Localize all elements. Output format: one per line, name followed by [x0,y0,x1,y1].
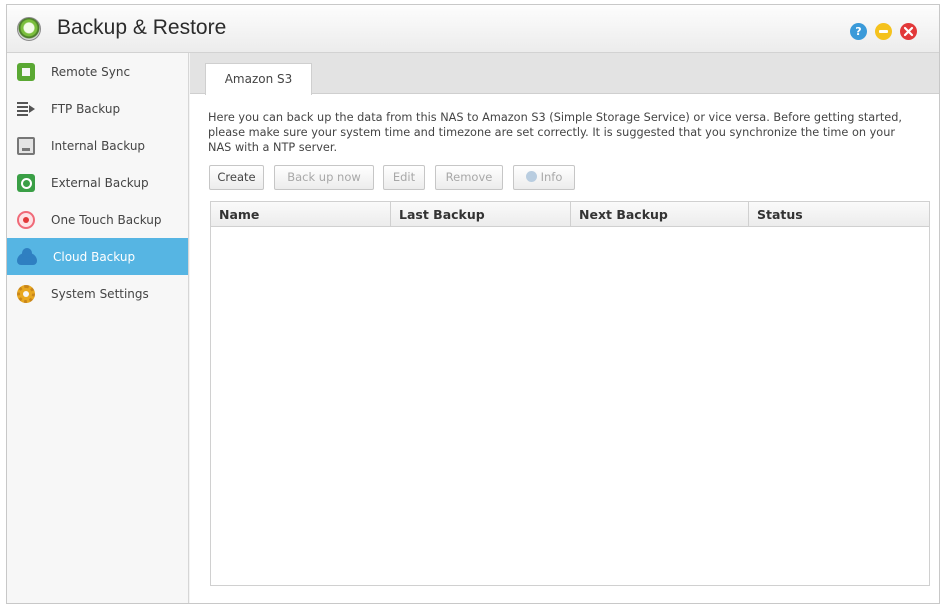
close-icon [903,26,914,37]
edit-button[interactable]: Edit [383,165,425,190]
info-icon [525,171,537,182]
ftp-backup-icon [17,100,35,118]
sidebar-item-label: External Backup [51,175,149,190]
main-panel: Amazon S3 Here you can back up the data … [190,53,939,603]
create-button[interactable]: Create [209,165,264,190]
external-backup-icon [17,173,35,192]
sidebar-item-cloud-backup[interactable]: Cloud Backup [7,238,188,275]
sidebar-item-external-backup[interactable]: External Backup [7,164,188,201]
backup-restore-window: Backup & Restore ? Remote Sync FTP Backu… [6,4,940,604]
sidebar-item-label: One Touch Backup [51,212,162,227]
tab-bar: Amazon S3 [190,53,939,95]
gear-icon [17,284,35,303]
title-bar: Backup & Restore ? [7,5,939,53]
app-logo-icon [17,17,41,41]
sidebar-item-label: Internal Backup [51,138,146,153]
sidebar-item-ftp-backup[interactable]: FTP Backup [7,90,188,127]
sidebar-item-system-settings[interactable]: System Settings [7,275,188,312]
table-body [211,228,929,585]
column-header-last-backup[interactable]: Last Backup [391,202,571,227]
tab-amazon-s3[interactable]: Amazon S3 [205,63,312,95]
sidebar-item-label: System Settings [51,286,149,301]
sidebar-item-one-touch-backup[interactable]: One Touch Backup [7,201,188,238]
table-header: Name Last Backup Next Backup Status [211,202,929,227]
sidebar: Remote Sync FTP Backup Internal Backup E… [7,53,189,603]
cloud-icon [17,247,37,265]
sidebar-item-label: Remote Sync [51,64,131,79]
help-button[interactable]: ? [850,23,867,40]
internal-backup-icon [17,136,35,155]
sidebar-item-label: FTP Backup [51,101,121,116]
column-header-next-backup[interactable]: Next Backup [571,202,749,227]
close-button[interactable] [900,23,917,40]
info-button[interactable]: Info [513,165,575,190]
remove-button[interactable]: Remove [435,165,503,190]
description-text: Here you can back up the data from this … [208,111,902,154]
sidebar-item-remote-sync[interactable]: Remote Sync [7,53,188,90]
one-touch-backup-icon [17,210,35,229]
sidebar-item-label: Cloud Backup [53,249,136,264]
remote-sync-icon [17,62,35,81]
minimize-button[interactable] [875,23,892,40]
column-header-name[interactable]: Name [211,202,391,227]
column-header-status[interactable]: Status [749,202,929,227]
back-up-now-button[interactable]: Back up now [274,165,374,190]
info-button-label: Info [540,170,563,184]
sidebar-item-internal-backup[interactable]: Internal Backup [7,127,188,164]
window-title: Backup & Restore [57,16,227,39]
backup-jobs-table: Name Last Backup Next Backup Status [210,201,930,586]
